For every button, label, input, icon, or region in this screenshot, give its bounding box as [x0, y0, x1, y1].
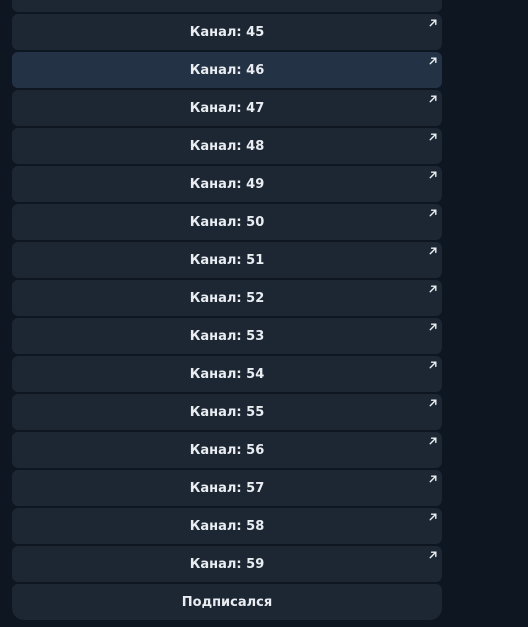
button-label: Канал: 56 — [189, 442, 265, 458]
arrow-up-right-icon — [429, 399, 437, 407]
button-label: Канал: 51 — [189, 252, 265, 268]
arrow-up-right-icon — [429, 285, 437, 293]
arrow-up-right-icon — [429, 247, 437, 255]
arrow-up-right-icon — [429, 95, 437, 103]
arrow-up-right-icon — [429, 133, 437, 141]
subscribed-button[interactable]: Подписался — [12, 584, 442, 620]
channel-link-button[interactable]: Канал: 48 — [12, 128, 442, 164]
button-label: Канал: 52 — [189, 290, 265, 306]
channel-link-button[interactable]: Канал: 46 — [12, 52, 442, 88]
button-label: Канал: 53 — [189, 328, 265, 344]
button-label: Канал: 57 — [189, 480, 265, 496]
arrow-up-right-icon — [429, 19, 437, 27]
button-label: Канал: 58 — [189, 518, 265, 534]
button-label: Канал: 55 — [189, 404, 265, 420]
channel-link-button[interactable]: Канал: 52 — [12, 280, 442, 316]
arrow-up-right-icon — [429, 551, 437, 559]
arrow-up-right-icon — [429, 437, 437, 445]
arrow-up-right-icon — [429, 361, 437, 369]
button-label: Канал: 54 — [189, 366, 265, 382]
button-label: Подписался — [181, 594, 273, 610]
arrow-up-right-icon — [429, 171, 437, 179]
arrow-up-right-icon — [429, 57, 437, 65]
arrow-up-right-icon — [429, 323, 437, 331]
channel-link-button[interactable]: Канал: 55 — [12, 394, 442, 430]
button-label: Канал: 46 — [189, 62, 265, 78]
channel-link-button[interactable]: Канал: 47 — [12, 90, 442, 126]
button-label: Канал: 49 — [189, 176, 265, 192]
arrow-up-right-icon — [429, 513, 437, 521]
channel-link-button[interactable]: Канал: 45 — [12, 14, 442, 50]
button-label: Канал: 45 — [189, 24, 265, 40]
arrow-up-right-icon — [429, 475, 437, 483]
channel-link-button[interactable]: Канал: 59 — [12, 546, 442, 582]
channel-link-button[interactable]: Канал: 50 — [12, 204, 442, 240]
channel-link-button[interactable]: Канал: 54 — [12, 356, 442, 392]
channel-link-button[interactable]: Канал: 51 — [12, 242, 442, 278]
inline-keyboard: Канал: 45 Канал: 46 Канал: 47 Канал: 48 Кана… — [12, 0, 442, 622]
channel-link-button[interactable]: Канал: 56 — [12, 432, 442, 468]
channel-link-button[interactable]: Канал: 57 — [12, 470, 442, 506]
channel-link-button[interactable]: Канал: 49 — [12, 166, 442, 202]
arrow-up-right-icon — [429, 209, 437, 217]
button-label: Канал: 47 — [189, 100, 265, 116]
channel-link-button[interactable] — [12, 0, 442, 12]
button-label: Канал: 48 — [189, 138, 265, 154]
button-label: Канал: 59 — [189, 556, 265, 572]
channel-link-button[interactable]: Канал: 58 — [12, 508, 442, 544]
button-label: Канал: 50 — [189, 214, 265, 230]
channel-link-button[interactable]: Канал: 53 — [12, 318, 442, 354]
